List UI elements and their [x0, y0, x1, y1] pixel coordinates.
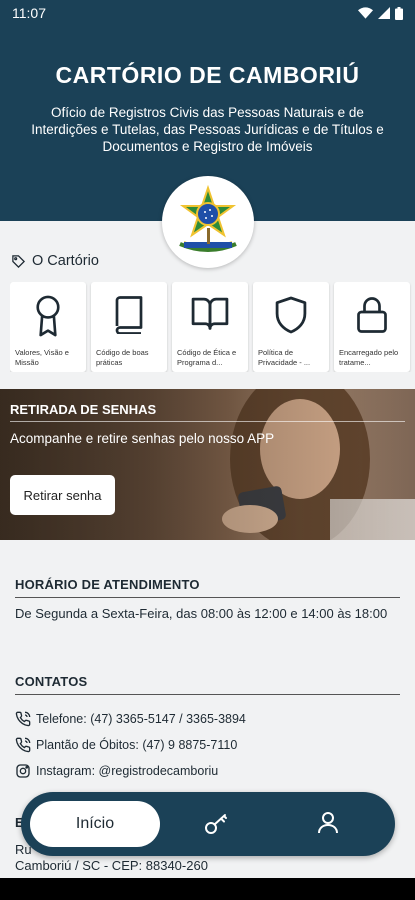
page-title: CARTÓRIO DE CAMBORIÚ	[55, 62, 360, 88]
battery-icon	[395, 6, 403, 20]
instagram-icon	[16, 764, 30, 778]
card-politica-privacidade[interactable]: Política de Privacidade - ...	[253, 282, 329, 372]
user-icon	[318, 812, 338, 834]
retirar-senha-button[interactable]: Retirar senha	[10, 475, 115, 515]
divider	[15, 597, 400, 598]
senhas-banner: RETIRADA DE SENHAS Acompanhe e retire se…	[0, 389, 415, 540]
award-icon	[36, 295, 60, 337]
hours-title: HORÁRIO DE ATENDIMENTO	[15, 577, 200, 592]
open-book-icon	[191, 297, 229, 330]
app-screen: CARTÓRIO DE CAMBORIÚ Ofício de Registros…	[0, 0, 415, 878]
hours-section: HORÁRIO DE ATENDIMENTO De Segunda a Sext…	[15, 577, 400, 622]
card-label: Código de Ética e Programa d...	[177, 348, 237, 367]
coat-of-arms-logo	[162, 176, 254, 268]
status-bar: 11:07	[0, 0, 415, 26]
shield-icon	[275, 296, 307, 334]
banner-title: RETIRADA DE SENHAS	[10, 402, 157, 417]
nav-profile-tab[interactable]	[317, 811, 339, 840]
duty-text: Plantão de Óbitos: (47) 9 8875-7110	[36, 738, 238, 752]
nav-senhas-tab[interactable]	[204, 812, 230, 841]
page-subtitle: Ofício de Registros Civis das Pessoas Na…	[31, 105, 384, 154]
card-encarregado[interactable]: Encarregado pelo tratame...	[334, 282, 410, 372]
divider	[10, 421, 405, 422]
card-codigo-boas-praticas[interactable]: Código de boas práticas	[91, 282, 167, 372]
divider	[15, 694, 400, 695]
book-icon	[115, 296, 143, 334]
status-time: 11:07	[12, 5, 46, 21]
instagram-text: Instagram: @registrodecamboriu	[36, 764, 219, 778]
section-label: O Cartório	[32, 253, 99, 269]
nav-home-tab[interactable]: Início	[30, 801, 160, 847]
hours-text: De Segunda a Sexta-Feira, das 08:00 às 1…	[15, 606, 388, 621]
card-label: Política de Privacidade - ...	[258, 348, 311, 367]
card-label: Código de boas práticas	[96, 348, 149, 367]
card-label: Encarregado pelo tratame...	[339, 348, 399, 367]
phone-icon	[15, 737, 31, 753]
contacts-title: CONTATOS	[15, 674, 88, 689]
lock-icon	[357, 297, 387, 333]
key-icon	[205, 814, 227, 834]
phone-text: Telefone: (47) 3365-5147 / 3365-3894	[36, 712, 246, 726]
tag-icon	[12, 254, 26, 268]
banner-subtitle: Acompanhe e retire senhas pelo nosso APP	[10, 431, 275, 446]
card-codigo-etica[interactable]: Código de Ética e Programa d...	[172, 282, 248, 372]
phone-contact[interactable]: Telefone: (47) 3365-5147 / 3365-3894	[15, 711, 246, 727]
address-line: Camboriú / SC - CEP: 88340-260	[15, 858, 208, 873]
contacts-section: CONTATOS	[15, 674, 400, 695]
duty-contact[interactable]: Plantão de Óbitos: (47) 9 8875-7110	[15, 737, 237, 753]
signal-icon	[378, 7, 390, 19]
bottom-navbar: Início	[21, 792, 395, 856]
instagram-contact[interactable]: Instagram: @registrodecamboriu	[15, 763, 218, 779]
wifi-icon	[358, 7, 373, 19]
phone-icon	[15, 711, 31, 727]
cartorio-cards: Valores, Visão e Missão Código de boas p…	[10, 282, 415, 372]
system-nav-bar	[0, 878, 415, 900]
section-o-cartorio: O Cartório	[11, 253, 99, 269]
card-label: Valores, Visão e Missão	[15, 348, 69, 367]
card-valores[interactable]: Valores, Visão e Missão	[10, 282, 86, 372]
